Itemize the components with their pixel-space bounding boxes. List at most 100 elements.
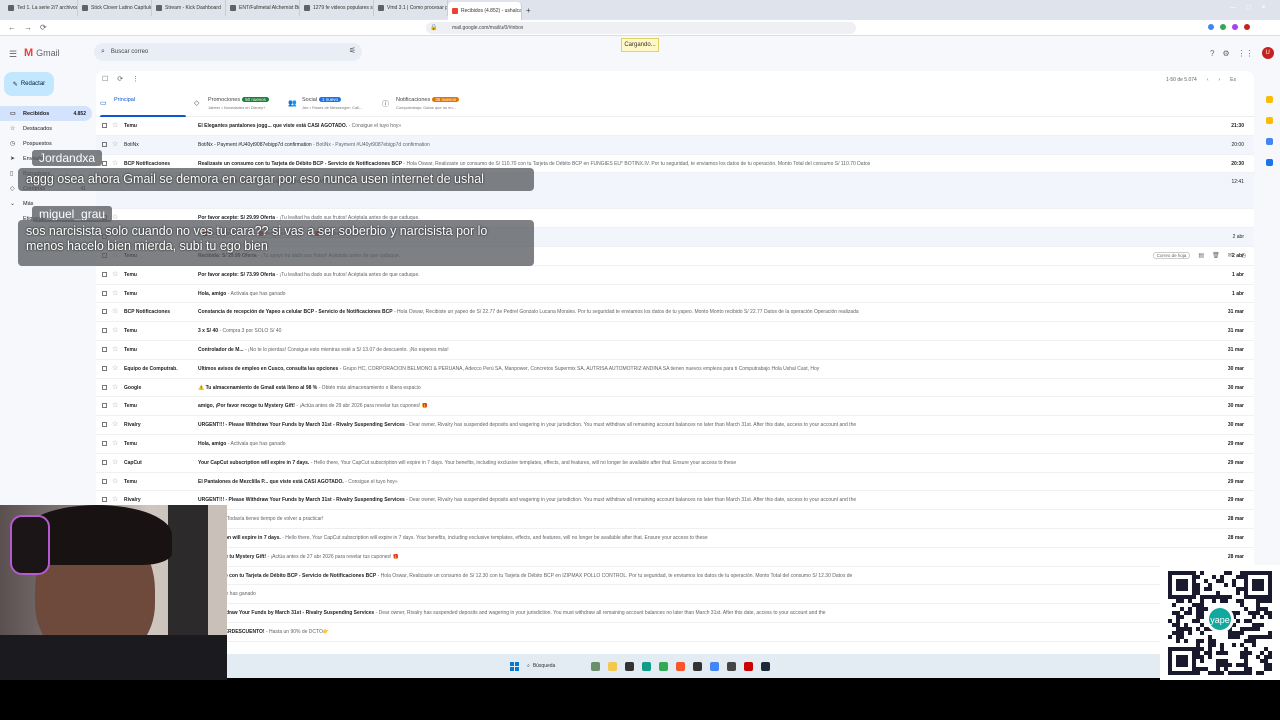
email-row[interactable]: ☆ Temu El Pantalones de Mezclilla P... que… (96, 473, 1254, 492)
star-icon[interactable]: ☆ (112, 401, 118, 409)
email-row[interactable]: ☆CapCutt subscription will expire in 7 d… (96, 529, 1254, 548)
email-sender: Google (124, 384, 142, 391)
email-row[interactable]: ☆BCP Notificacionesun consumo con tu Tar… (96, 567, 1254, 586)
steam-icon[interactable] (761, 661, 770, 671)
row-checkbox[interactable] (102, 309, 107, 315)
email-snippet: - Actívala que has ganado (226, 440, 286, 447)
side-panel-rail (1262, 96, 1276, 166)
email-row[interactable]: ☆Temufavor recoge tu Mystery Gift! - ¡Ac… (96, 548, 1254, 567)
email-row[interactable]: ☆ CapCut Your CapCut subscription will exp… (96, 454, 1254, 473)
hover-pill[interactable]: Correo de hoja (1152, 252, 1191, 259)
email-row[interactable]: ☆RivalryPlease Withdraw Your Funds by Ma… (96, 604, 1254, 623)
input-language-button[interactable]: Es (1230, 77, 1236, 83)
profile-icon[interactable] (1244, 24, 1250, 30)
email-row[interactable]: ☆ Temu amigo, ¡Por favor recoge tu Mystery… (96, 397, 1254, 417)
email-row[interactable]: ☆Temu - Actívala que has ganado (96, 585, 1254, 605)
star-icon[interactable]: ☆ (112, 439, 118, 447)
delete-icon[interactable]: 🗑 (1212, 252, 1220, 259)
email-subject-line: Hola, amigo - Actívala que has ganado (198, 441, 1218, 447)
email-sender: Temu (124, 478, 137, 485)
app-icon[interactable] (710, 661, 719, 671)
calendar-icon[interactable] (1265, 96, 1273, 103)
window-controls[interactable]: — ▢ ✕ (1230, 4, 1270, 11)
row-hover-actions: Correo de hoja ▤ 🗑 ✉ ◷ (1152, 252, 1246, 259)
app-icon[interactable] (727, 661, 736, 671)
email-date: 29 mar (1227, 440, 1244, 447)
email-row[interactable]: ☆ Temu Hola, amigo - Actívala que has gana… (96, 435, 1254, 454)
star-icon[interactable]: ☆ (112, 345, 118, 353)
windows-start-icon[interactable] (510, 661, 519, 671)
email-row[interactable]: ☆ Google ⚠️ Tu almacenamiento de Gmail est… (96, 379, 1254, 398)
widgets-icon[interactable] (591, 661, 600, 671)
prev-page-icon[interactable]: ‹ (1207, 77, 1209, 83)
row-checkbox[interactable] (102, 290, 107, 296)
extension-icon[interactable] (1208, 24, 1214, 30)
email-subject-line: Hola, amigo - Actívala que has ganado (198, 291, 1218, 297)
email-subject: URGENT!!! - Please Withdraw Your Funds b… (198, 422, 405, 429)
email-snippet: - Consigue el tuyo hoy» (343, 478, 398, 485)
tasks-icon[interactable] (1265, 138, 1273, 145)
email-snippet: - Obtén más almacenamiento o libera espa… (317, 384, 421, 391)
email-snippet: - Hola Oswar, Recibiste un yapeo de S/ 2… (392, 309, 859, 316)
apps-grid-icon[interactable]: ⋮⋮ (1238, 49, 1254, 58)
help-icon[interactable]: ? (1210, 49, 1214, 58)
avatar[interactable]: U (1261, 47, 1274, 59)
next-page-icon[interactable]: › (1218, 77, 1220, 83)
star-icon[interactable]: ☆ (112, 364, 118, 372)
file-explorer-icon[interactable] (608, 661, 617, 671)
star-icon[interactable]: ☆ (112, 495, 118, 503)
row-checkbox[interactable] (102, 459, 107, 465)
search-icon: ⌕ (527, 663, 530, 669)
brave-icon[interactable] (676, 661, 685, 671)
snooze-icon[interactable]: ◷ (1241, 252, 1246, 259)
app-icon[interactable] (744, 661, 753, 671)
contacts-icon[interactable] (1265, 159, 1273, 166)
app-icon[interactable] (693, 661, 702, 671)
email-subject: Constancia de recepción de Yapeo a celul… (198, 309, 393, 316)
email-subject: URGENT!!! - Please Withdraw Your Funds b… (198, 497, 405, 504)
row-checkbox[interactable] (102, 478, 107, 484)
row-checkbox[interactable] (102, 365, 107, 371)
email-row[interactable]: ☆ BCP Notificaciones Constancia de recepci… (96, 303, 1254, 323)
email-snippet: - Actívala que has ganado (226, 290, 286, 297)
email-sender: Rivalry (124, 422, 141, 429)
row-checkbox[interactable] (102, 440, 107, 446)
row-checkbox[interactable] (102, 403, 107, 409)
email-row[interactable]: ☆ Temu Hola, amigo - Actívala que has gana… (96, 285, 1254, 304)
star-icon[interactable]: ☆ (112, 383, 118, 391)
star-icon[interactable]: ☆ (112, 420, 118, 428)
email-row[interactable]: ☆ Rivalry URGENT!!! - Please Withdraw Your… (96, 416, 1254, 435)
chrome-icon[interactable] (659, 661, 668, 671)
row-checkbox[interactable] (102, 422, 107, 428)
email-date: 28 mar (1227, 516, 1244, 523)
edge-icon[interactable] (642, 661, 651, 671)
extension-icon[interactable] (1232, 24, 1238, 30)
keep-icon[interactable] (1265, 117, 1273, 124)
row-checkbox[interactable] (102, 497, 107, 503)
email-subject-line: - Actívala que has ganado (198, 591, 1218, 597)
email-subject: Hola, amigo (198, 440, 227, 447)
mark-read-icon[interactable]: ✉ (1228, 252, 1233, 259)
row-checkbox[interactable] (102, 328, 107, 334)
email-sender: Rivalry (124, 497, 141, 504)
email-row[interactable]: ☆ Temu 3 x S/ 40 - Compra 3 por SOLO S/ 40… (96, 322, 1254, 341)
star-icon[interactable]: ☆ (112, 326, 118, 334)
row-checkbox[interactable] (102, 384, 107, 390)
email-date: 31 mar (1227, 328, 1244, 335)
star-icon[interactable]: ☆ (112, 477, 118, 485)
email-row[interactable]: ☆ Temu Controlador de M... - ¡No te lo pie… (96, 341, 1254, 360)
email-row[interactable]: ☆ Rivalry URGENT!!! - Please Withdraw Your… (96, 491, 1254, 511)
archive-icon[interactable]: ▤ (1198, 252, 1204, 259)
email-row[interactable]: ☆TemuTE UN SUPERDESCUENTO! - Hasta un 90… (96, 623, 1254, 642)
star-icon[interactable]: ☆ (112, 289, 118, 297)
extension-icon[interactable] (1220, 24, 1226, 30)
settings-icon[interactable]: ⚙ (1222, 49, 1229, 58)
row-checkbox[interactable] (102, 346, 107, 352)
email-row[interactable]: ☆Temun 4 días... - ¡Todavía tienes tiemp… (96, 510, 1254, 529)
obs-icon[interactable] (625, 661, 634, 671)
star-icon[interactable]: ☆ (112, 307, 118, 315)
qr-code-image: yape (1168, 571, 1272, 675)
taskbar-search[interactable]: ⌕ Búsqueda (527, 663, 583, 669)
email-row[interactable]: ☆ Equipo de Computrab. Últimos avisos de e… (96, 360, 1254, 379)
star-icon[interactable]: ☆ (112, 458, 118, 466)
